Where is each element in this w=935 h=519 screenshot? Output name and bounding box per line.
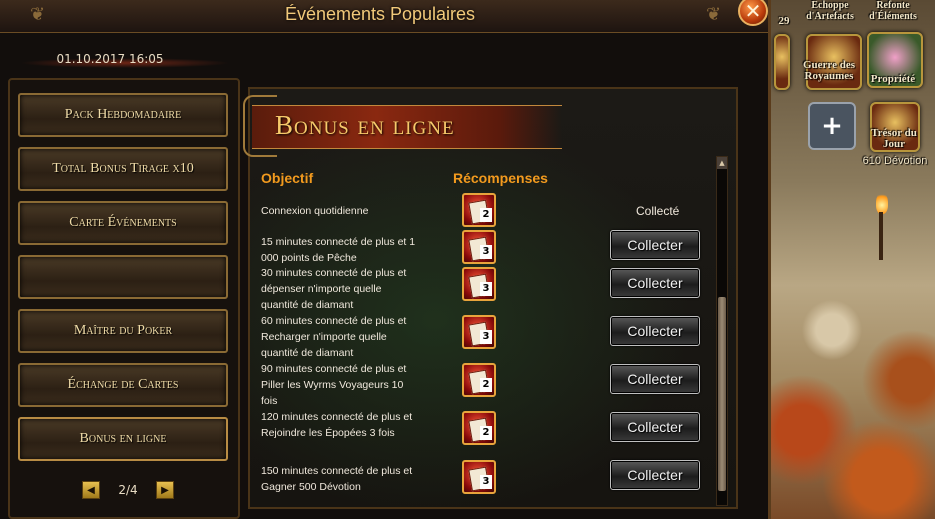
war-of-kingdoms-label: Guerre des Royaumes — [802, 59, 856, 82]
menu-item-event-card[interactable]: Carte Événements — [18, 201, 228, 245]
element-refit-label[interactable]: Refonte d'Éléments — [860, 0, 926, 22]
objective-text: 60 minutes connecté de plus et Recharger… — [261, 315, 407, 359]
reward-qty: 3 — [480, 282, 492, 296]
rewards-header: Récompenses — [453, 170, 548, 186]
banner-ornament-icon — [243, 95, 277, 157]
menu-item-label: Bonus en ligne — [79, 431, 167, 446]
collected-status: Collecté — [636, 204, 680, 218]
add-icon[interactable]: + — [808, 102, 856, 150]
treasure-label: Trésor du Jour — [871, 127, 917, 150]
collect-button[interactable]: Collecter — [610, 460, 700, 490]
collect-button[interactable]: Collecter — [610, 230, 700, 260]
chevron-right-icon: ▶ — [161, 484, 169, 496]
menu-item-label: Pack Hebdomadaire — [64, 107, 182, 122]
scroll-up-icon[interactable]: ▲ — [717, 157, 727, 169]
prev-page-button[interactable]: ◀ — [82, 481, 100, 499]
menu-item-total-bonus[interactable]: Total Bonus Tirage x10 — [18, 147, 228, 191]
top-counter: 29 — [778, 15, 790, 27]
menu-item-label: Échange de Cartes — [67, 377, 179, 392]
menu-item-poker-master[interactable]: Maître du Poker — [18, 309, 228, 353]
title-bar: ❦ ❦ Événements Populaires — [0, 0, 768, 33]
events-window: ❦ ❦ Événements Populaires ✕ 01.10.2017 1… — [0, 0, 771, 519]
window-title: Événements Populaires — [284, 4, 476, 24]
objective-text: 120 minutes connecté de plus et Rejoindr… — [261, 411, 413, 439]
reward-card-icon[interactable]: 3 — [462, 460, 496, 494]
reward-card-icon[interactable]: 3 — [462, 230, 496, 264]
menu-item-empty[interactable] — [18, 255, 228, 299]
objective-text: 15 minutes connecté de plus et 1 000 poi… — [261, 236, 416, 264]
menu-pager: ◀ 2/4 ▶ — [82, 480, 174, 500]
reward-card-icon[interactable]: 3 — [462, 267, 496, 301]
devotion-count: 610 Dévotion — [862, 155, 928, 167]
objective-text: 90 minutes connecté de plus et Piller le… — [261, 363, 407, 407]
reward-qty: 2 — [480, 426, 492, 440]
objective-text: Connexion quotidienne — [261, 205, 369, 217]
reward-qty: 2 — [480, 208, 492, 222]
scrollbar[interactable]: ▲ — [716, 156, 728, 506]
collect-button[interactable]: Collecter — [610, 268, 700, 298]
menu-item-label: Carte Événements — [69, 215, 177, 230]
reward-qty: 3 — [480, 245, 492, 259]
reward-card-icon[interactable]: 3 — [462, 315, 496, 349]
collect-button[interactable]: Collecter — [610, 364, 700, 394]
objective-text: 30 minutes connecté de plus et dépenser … — [261, 267, 407, 311]
page-indicator: 2/4 — [118, 483, 138, 497]
reward-card-icon[interactable]: 2 — [462, 193, 496, 227]
side-partial-icon[interactable] — [774, 34, 790, 90]
chevron-left-icon: ◀ — [87, 484, 95, 496]
torch-icon — [868, 192, 894, 262]
scroll-thumb[interactable] — [718, 297, 726, 491]
reward-qty: 3 — [480, 475, 492, 489]
reward-card-icon[interactable]: 2 — [462, 363, 496, 397]
datetime: 01.10.2017 16:05 — [56, 52, 164, 66]
menu-item-label: Maître du Poker — [73, 323, 173, 338]
collect-button[interactable]: Collecter — [610, 316, 700, 346]
reward-card-icon[interactable]: 2 — [462, 411, 496, 445]
menu-item-weekly-pack[interactable]: Pack Hebdomadaire — [18, 93, 228, 137]
next-page-button[interactable]: ▶ — [156, 481, 174, 499]
artefact-shop-label[interactable]: Echoppe d'Artefacts — [800, 0, 860, 22]
menu-item-label: Total Bonus Tirage x10 — [52, 161, 194, 176]
objective-header: Objectif — [261, 170, 314, 186]
reward-qty: 3 — [480, 330, 492, 344]
banner-title: Bonus en ligne — [275, 110, 455, 140]
menu-item-card-exchange[interactable]: Échange de Cartes — [18, 363, 228, 407]
menu-item-online-bonus[interactable]: Bonus en ligne — [18, 417, 228, 461]
property-label: Propriété — [870, 73, 916, 85]
objective-text: 150 minutes connecté de plus et Gagner 5… — [261, 465, 413, 493]
close-icon: ✕ — [744, 0, 762, 23]
reward-qty: 2 — [480, 378, 492, 392]
collect-button[interactable]: Collecter — [610, 412, 700, 442]
